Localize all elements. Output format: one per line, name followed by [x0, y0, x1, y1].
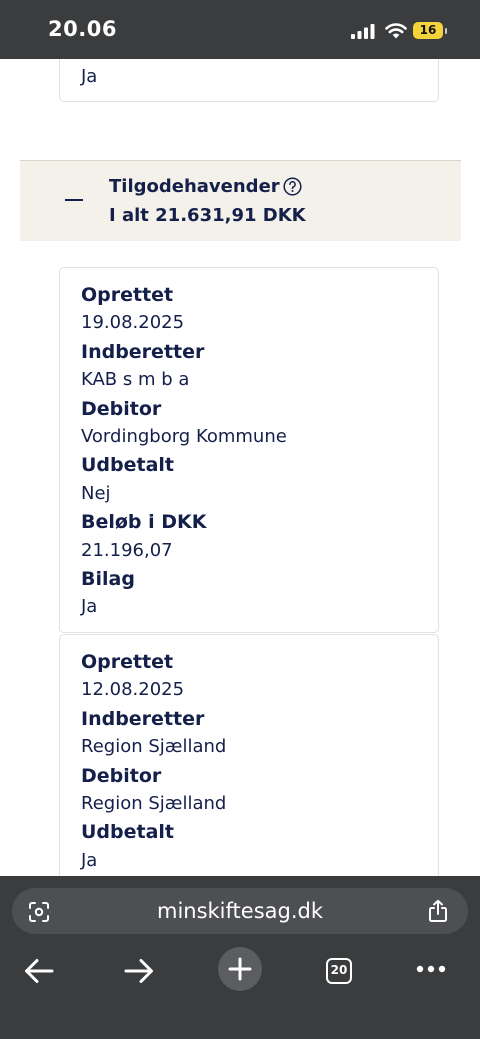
field-label: Debitor — [81, 764, 162, 787]
receivable-card: Oprettet 19.08.2025 Indberetter KAB s m … — [59, 267, 439, 633]
address-bar[interactable]: minskiftesag.dk — [12, 888, 468, 934]
status-bar: 20.06 16 — [0, 0, 480, 59]
field-value: Nej — [81, 482, 111, 504]
field-label: Indberetter — [81, 340, 205, 363]
plus-icon — [228, 957, 252, 981]
status-time: 20.06 — [48, 17, 117, 41]
section-header-tilgodehavender[interactable]: Tilgodehavender I alt 21.631,91 DKK — [20, 160, 461, 241]
url-text[interactable]: minskiftesag.dk — [12, 888, 468, 934]
field-value: 19.08.2025 — [81, 312, 185, 334]
field-label: Indberetter — [81, 707, 205, 730]
share-icon[interactable] — [426, 899, 450, 923]
field-label: Oprettet — [81, 284, 174, 306]
field-label: Udbetalt — [81, 454, 175, 477]
tabs-icon[interactable]: 20 — [326, 958, 352, 984]
field-label: Bilag — [81, 567, 135, 590]
field-value: 21.196,07 — [81, 539, 173, 561]
field-value: KAB s m b a — [81, 369, 190, 391]
section-total: I alt 21.631,91 DKK — [109, 205, 306, 226]
battery-icon: 16 — [413, 22, 447, 39]
field-value: Region Sjælland — [81, 736, 227, 758]
more-icon[interactable] — [416, 965, 446, 973]
previous-card-value: Ja — [81, 66, 98, 87]
help-circle-icon[interactable] — [283, 177, 302, 196]
signal-icon — [351, 24, 375, 39]
previous-card: Ja — [59, 59, 439, 102]
minus-icon[interactable] — [65, 199, 83, 201]
forward-arrow-icon[interactable] — [124, 958, 154, 984]
field-value: Region Sjælland — [81, 792, 227, 814]
section-title: Tilgodehavender — [109, 176, 280, 197]
browser-toolbar: minskiftesag.dk 20 — [0, 876, 480, 1039]
wifi-icon — [385, 23, 407, 39]
page-content: Ja Tilgodehavender I alt 21.631,91 DKK O… — [0, 59, 480, 876]
field-value: Ja — [81, 596, 98, 618]
field-label: Udbetalt — [81, 821, 175, 844]
field-label: Beløb i DKK — [81, 511, 207, 534]
field-value: 12.08.2025 — [81, 679, 185, 701]
field-value: Vordingborg Kommune — [81, 425, 287, 447]
new-tab-button[interactable] — [218, 947, 262, 991]
back-arrow-icon[interactable] — [24, 958, 54, 984]
receivable-card: Oprettet 12.08.2025 Indberetter Region S… — [59, 634, 439, 876]
field-label: Oprettet — [81, 651, 174, 673]
field-value: Ja — [81, 849, 98, 871]
field-label: Debitor — [81, 397, 162, 420]
